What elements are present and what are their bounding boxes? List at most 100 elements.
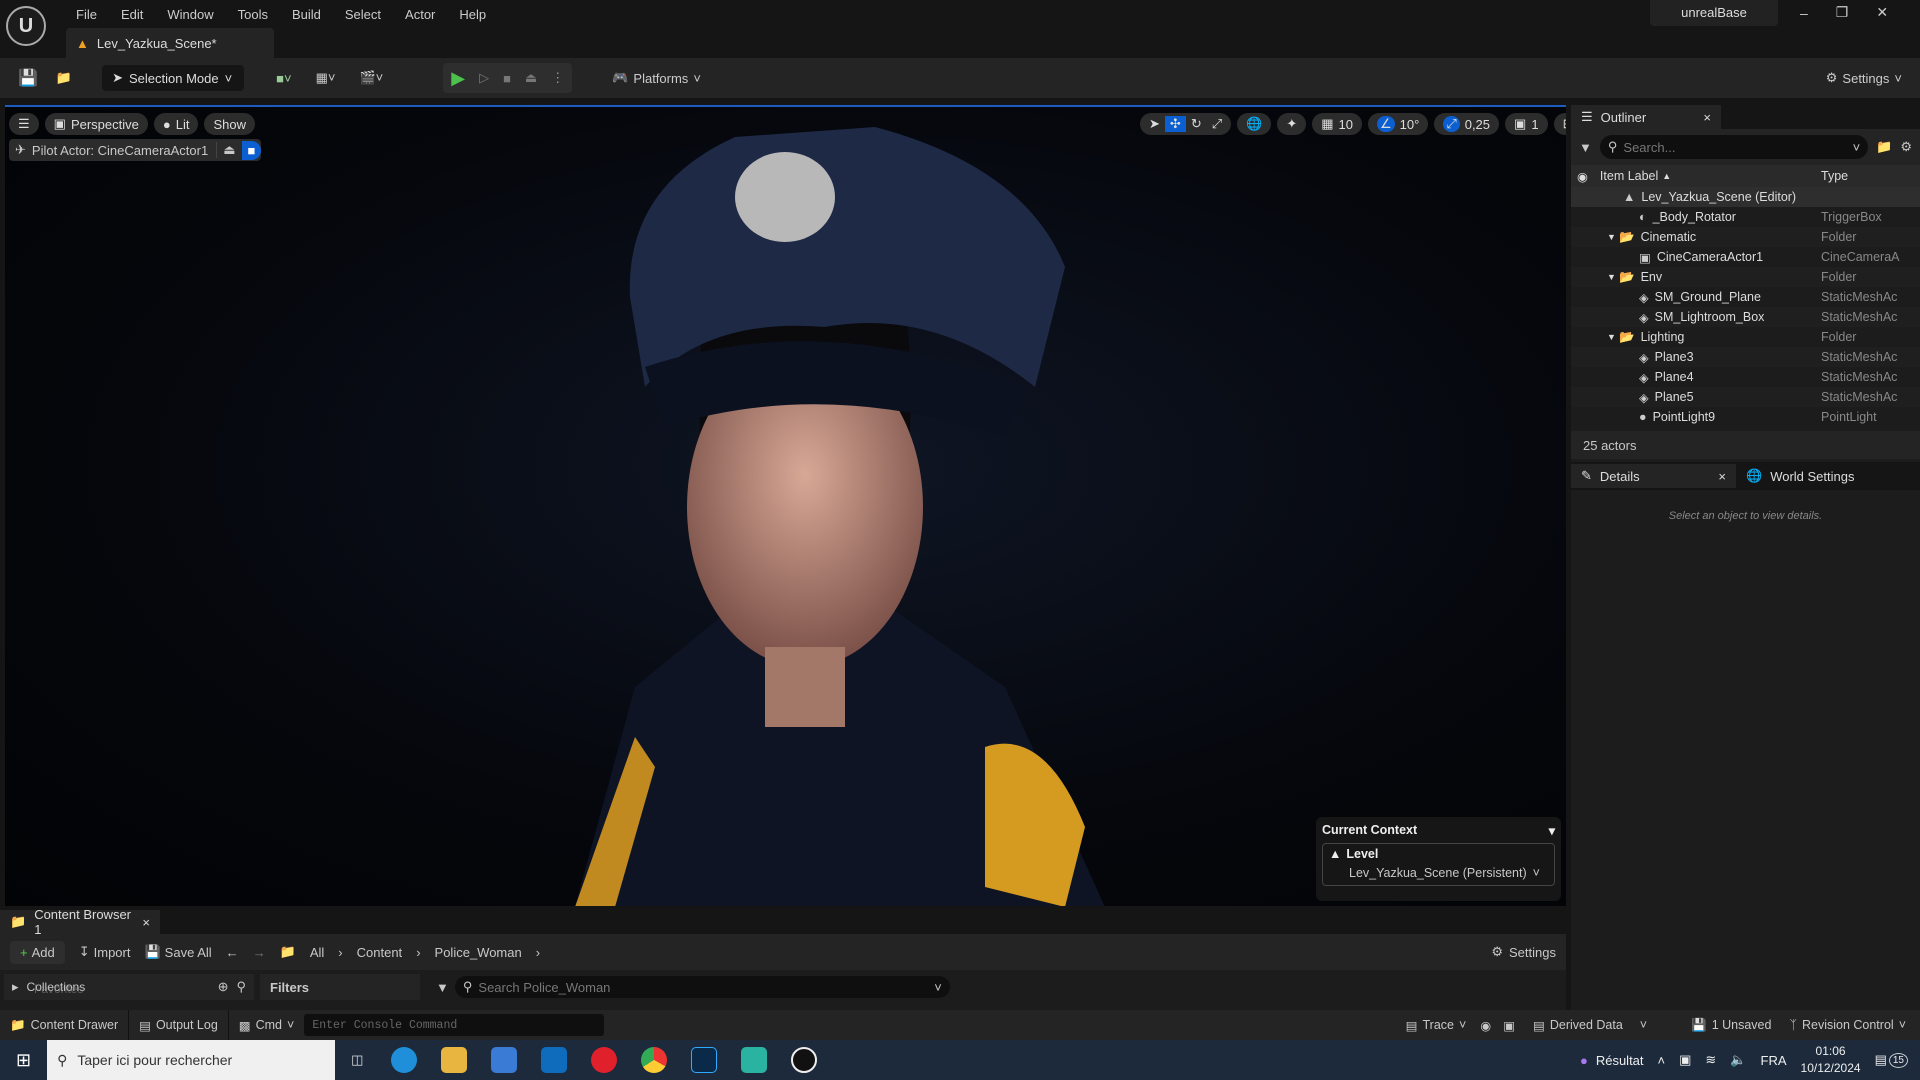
opera-icon[interactable] [591,1047,618,1073]
close-icon[interactable]: × [1718,469,1726,484]
meet-icon[interactable]: ▣ [1679,1052,1691,1068]
scale-snap[interactable]: ⤢ 0,25 [1434,113,1500,135]
outliner-row[interactable]: ◈ Plane5 StaticMeshAc [1571,387,1920,407]
add-collection-icon[interactable]: ⊕ [218,979,229,995]
breadcrumb-police-woman[interactable]: Police_Woman [435,945,522,960]
content-drawer-button[interactable]: 📁 Content Drawer [0,1010,130,1040]
tab-world-settings[interactable]: 🌐 World Settings [1736,464,1865,488]
add-actor-icon[interactable]: ■˅ [276,71,291,86]
menu-build[interactable]: Build [292,7,321,22]
rotation-snap[interactable]: ∠ 10° [1367,113,1429,135]
scale-icon[interactable]: ⤢ [1207,116,1227,132]
eye-icon[interactable]: ◉ [1571,169,1594,184]
edge-icon[interactable] [391,1047,418,1073]
chrome-icon[interactable] [641,1047,668,1073]
close-icon[interactable]: × [142,915,150,930]
menu-edit[interactable]: Edit [121,7,143,22]
blueprint-icon[interactable]: ▦˅ [316,70,336,86]
outliner-search-input[interactable]: ⚲ Search... ˅ [1599,135,1869,159]
cmd-dropdown[interactable]: ▩ Cmd ˅ [229,1018,305,1033]
lit-button[interactable]: ● Lit [153,113,199,135]
breadcrumb-all[interactable]: All [310,945,324,960]
cinematics-icon[interactable]: 🎬˅ [359,70,383,86]
eject-icon[interactable]: ⏏ [525,70,537,86]
content-search-input[interactable]: ⚲ Search Police_Woman ˅ [454,976,950,998]
outliner-row[interactable]: ◈ SM_Ground_Plane StaticMeshAc [1571,287,1920,307]
select-icon[interactable]: ➤ [1144,116,1165,132]
clock[interactable]: 01:06 10/12/2024 [1801,1043,1861,1077]
world-local-toggle[interactable]: 🌐 [1237,113,1272,135]
save-icon[interactable]: 💾 [18,68,38,88]
task-view-icon[interactable]: ◫ [351,1052,363,1068]
file-explorer-icon[interactable] [441,1047,468,1073]
store-icon[interactable] [491,1047,518,1073]
level-tab[interactable]: ▲ Lev_Yazkua_Scene* [66,28,274,58]
menu-tools[interactable]: Tools [238,7,268,22]
unsaved-button[interactable]: 💾 1 Unsaved [1677,1018,1785,1033]
layout-button[interactable]: ⊞ [1553,113,1566,135]
settings-dropdown[interactable]: ⚙ Settings ˅ [1826,70,1902,86]
menu-select[interactable]: Select [345,7,381,22]
language-indicator[interactable]: FRA [1761,1053,1787,1068]
output-log-button[interactable]: ▤ Output Log [129,1010,229,1040]
outliner-row[interactable]: ◈ SM_Lightroom_Box StaticMeshAc [1571,307,1920,327]
level-viewport[interactable]: ☰ ▣ Perspective ● Lit Show ✈ Pilot Actor: … [5,105,1566,906]
show-button[interactable]: Show [204,113,255,135]
console-input[interactable]: Enter Console Command [304,1014,605,1036]
content-settings-button[interactable]: ⚙ Settings [1491,944,1556,960]
surface-snap-toggle[interactable]: ✦ [1277,113,1307,135]
more-icon[interactable]: ⋮ [551,70,564,86]
menu-window[interactable]: Window [167,7,213,22]
outliner-row[interactable]: ◐ _Body_Rotator TriggerBox [1571,207,1920,227]
filters-button[interactable]: Filters [260,974,420,1000]
grid-snap[interactable]: ▦ 10 [1312,113,1362,135]
forward-icon[interactable]: → [253,945,266,960]
maya-icon[interactable] [741,1047,768,1073]
stop-icon[interactable]: ■ [503,71,511,86]
move-icon[interactable]: ✣ [1164,116,1186,132]
add-folder-icon[interactable]: 📁 [1876,139,1892,155]
filter-icon[interactable]: ▼ [1579,140,1592,155]
outliner-row[interactable]: ◈ Plane3 StaticMeshAc [1571,347,1920,367]
wifi-icon[interactable]: ≋ [1705,1052,1716,1068]
filter-icon[interactable]: ▼ [436,980,449,995]
tab-outliner[interactable]: ☰ Outliner × [1571,105,1721,129]
camera-speed[interactable]: ▣ 1 [1505,113,1548,135]
outliner-row[interactable]: ● PointLight9 PointLight [1571,407,1920,427]
gear-icon[interactable]: ⚙ [1900,139,1912,155]
weather-widget[interactable]: ● Résultat [1580,1053,1644,1068]
chevron-up-icon[interactable]: ˄ [1658,1053,1666,1068]
menu-help[interactable]: Help [459,7,486,22]
col-type[interactable]: Type [1821,169,1848,183]
minimize-icon[interactable]: – [1800,5,1808,21]
outliner-row[interactable]: ▼ 📂 Env Folder [1571,267,1920,287]
perspective-button[interactable]: ▣ Perspective [44,113,148,135]
save-all-button[interactable]: 💾 Save All [144,944,211,960]
eject-pilot-icon[interactable]: ⏏ [216,142,241,158]
skip-icon[interactable]: ▷ [479,70,489,86]
restore-icon[interactable]: ❐ [1836,4,1849,21]
record-icon[interactable]: ◉ [1476,1018,1495,1033]
unreal-taskbar-icon[interactable] [791,1047,818,1073]
col-item-label[interactable]: Item Label [1600,169,1658,183]
camera-view-icon[interactable]: ■ [241,140,262,160]
photoshop-icon[interactable] [691,1047,718,1073]
import-button[interactable]: ↧ Import [79,944,131,960]
collections-section[interactable]: ▸ Collections Favorites ⊕ ⚲ [4,974,254,1000]
platforms-dropdown[interactable]: 🎮 Platforms ˅ [612,70,701,86]
notifications-button[interactable]: ▤ 15 [1875,1052,1908,1068]
windows-start-icon[interactable]: ⊞ [0,1050,47,1071]
viewport-menu-button[interactable]: ☰ [9,113,39,135]
add-button[interactable]: + Add [10,940,65,964]
tab-content-browser[interactable]: 📁 Content Browser 1 × [0,907,160,937]
menu-actor[interactable]: Actor [405,7,435,22]
search-collection-icon[interactable]: ⚲ [236,979,246,995]
outliner-row[interactable]: ◈ Plane4 StaticMeshAc [1571,367,1920,387]
volume-icon[interactable]: 🔈 [1730,1052,1746,1068]
breadcrumb-content[interactable]: Content [357,945,403,960]
outliner-row[interactable]: ▼ 📂 Cinematic Folder [1571,227,1920,247]
menu-file[interactable]: File [76,7,97,22]
tab-details[interactable]: ✎ Details × [1571,464,1736,488]
expand-arrow-icon[interactable]: ▼ [1607,272,1616,282]
selection-mode-dropdown[interactable]: ➤ Selection Mode ˅ [102,65,245,91]
